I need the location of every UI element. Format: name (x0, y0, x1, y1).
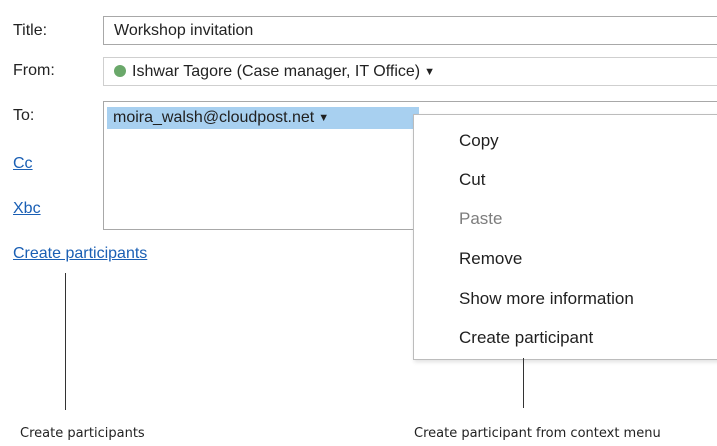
title-label: Title: (13, 22, 48, 39)
recipient-chip[interactable]: moira_walsh@cloudpost.net ▼ (107, 107, 419, 129)
title-input-value: Workshop invitation (114, 22, 254, 39)
menu-item-show-more-information[interactable]: Show more information (459, 289, 634, 309)
caption-create-participant-context-menu: Create participant from context menu (414, 426, 661, 441)
caption-create-participants: Create participants (20, 426, 145, 441)
from-select-value: Ishwar Tagore (Case manager, IT Office) (132, 63, 421, 80)
xbc-link[interactable]: Xbc (13, 200, 41, 218)
caret-down-icon[interactable]: ▼ (424, 59, 435, 86)
status-dot-icon (114, 65, 126, 77)
create-participants-link[interactable]: Create participants (13, 245, 147, 263)
menu-item-paste: Paste (459, 209, 503, 228)
title-input[interactable]: Workshop invitation (103, 16, 717, 45)
callout-line-right (523, 358, 524, 408)
context-menu: Copy Cut Paste Remove Show more informat… (413, 114, 717, 360)
cc-link[interactable]: Cc (13, 155, 33, 173)
caret-down-icon[interactable]: ▼ (318, 107, 329, 129)
from-select[interactable]: Ishwar Tagore (Case manager, IT Office) ▼ (103, 57, 717, 86)
to-label: To: (13, 107, 35, 124)
menu-item-remove[interactable]: Remove (459, 249, 522, 269)
callout-line-left (65, 273, 66, 410)
from-label: From: (13, 62, 55, 79)
menu-item-cut[interactable]: Cut (459, 170, 485, 190)
recipient-chip-label: moira_walsh@cloudpost.net (113, 109, 315, 126)
menu-item-copy[interactable]: Copy (459, 131, 499, 151)
menu-item-create-participant[interactable]: Create participant (459, 328, 593, 348)
